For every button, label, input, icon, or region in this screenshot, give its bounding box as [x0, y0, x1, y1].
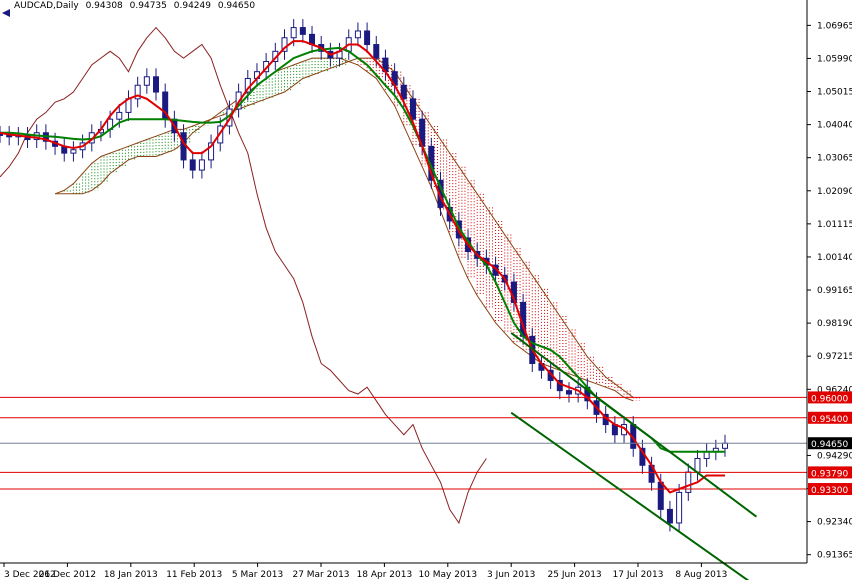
candle [309, 25, 316, 54]
chart-header: AUDCAD,Daily 0.94308 0.94735 0.94249 0.9… [14, 0, 259, 12]
ichimoku-cloud [54, 57, 640, 402]
level-label: 0.93790 [811, 469, 848, 479]
price-tick-label: 0.98190 [817, 319, 852, 329]
candle [162, 83, 169, 128]
time-tick-label: 26 Dec 2012 [39, 570, 97, 580]
candle [198, 151, 205, 179]
close-value: 0.94650 [217, 1, 256, 11]
time-tick-label: 3 Jun 2013 [487, 570, 535, 580]
level-label: 0.93300 [811, 486, 848, 496]
price-tick-label: 1.03065 [817, 154, 852, 164]
price-axis: 1.06965 1.05990 1.05015 1.04040 1.03065 1.020… [0, 0, 852, 564]
candle-body [299, 27, 306, 35]
chart-window-icon [2, 2, 10, 17]
candle-body [400, 84, 407, 100]
candle [336, 42, 343, 67]
price-tick-label: 1.04040 [817, 121, 852, 131]
candle-body [565, 390, 572, 395]
candle [134, 76, 141, 108]
candle-body [409, 98, 416, 120]
time-tick-label: 18 Apr 2013 [357, 570, 413, 580]
low-value: 0.94249 [173, 1, 211, 11]
time-axis: 3 Dec 201226 Dec 2012 18 Jan 2013 11 Feb 2… [3, 563, 727, 580]
candle-body [70, 149, 77, 154]
time-tick-label: 17 Jul 2013 [613, 570, 664, 580]
price-chart[interactable]: 1.06965 1.05990 1.05015 1.04040 1.03065 1.020… [0, 0, 852, 584]
candle [189, 151, 196, 179]
candle-body [657, 481, 664, 510]
candle-body [373, 44, 380, 59]
candle [565, 382, 572, 403]
time-tick-label: 8 Aug 2013 [675, 570, 727, 580]
time-tick-label: 11 Feb 2013 [166, 570, 222, 580]
candle-body [354, 30, 361, 39]
level-label: 0.95400 [811, 415, 848, 425]
price-tick-label: 0.97215 [817, 352, 852, 362]
candle [556, 371, 563, 400]
candle-body [0, 133, 3, 136]
price-tick-label: 1.01115 [817, 220, 852, 230]
candle [125, 90, 132, 121]
price-tick-label: 0.94290 [817, 451, 852, 461]
price-tick-label: 0.92340 [817, 518, 852, 528]
time-tick-label: 10 May 2013 [418, 570, 477, 580]
tenkan-sen [0, 40, 725, 494]
candle [354, 22, 361, 47]
candle-body [364, 30, 371, 46]
candle-body [722, 442, 728, 449]
candle-body [143, 76, 150, 86]
price-tick-label: 1.02090 [817, 187, 852, 197]
price-tick-label: 0.99165 [817, 286, 852, 296]
candle [0, 125, 3, 143]
level-label: 0.96000 [811, 394, 848, 404]
high-value: 0.94735 [129, 1, 167, 11]
candle [703, 443, 710, 467]
open-value: 0.94308 [85, 1, 123, 11]
price-tick-label: 0.91365 [817, 551, 852, 561]
candle-body [198, 159, 205, 171]
senkou-span-b-line [55, 57, 634, 398]
candle [584, 378, 591, 410]
candle-body [153, 76, 160, 93]
candle [722, 434, 728, 457]
candle [299, 19, 306, 43]
candlesticks [0, 19, 728, 532]
candle [611, 416, 618, 444]
candle [61, 137, 68, 162]
time-tick-label: 18 Jan 2013 [104, 570, 158, 580]
chart-area[interactable]: 1.06965 1.05990 1.05015 1.04040 1.03065 1.020… [0, 0, 852, 584]
candle [143, 68, 150, 94]
price-tick-label: 1.00140 [817, 253, 852, 263]
candle [676, 483, 683, 532]
symbol-label: AUDCAD,Daily [14, 1, 79, 11]
price-tick-label: 1.05990 [817, 54, 852, 64]
candle [153, 68, 160, 101]
candle [639, 439, 646, 474]
level-labels: 0.96000 0.95400 0.93790 0.93300 0.94650 [808, 391, 852, 496]
candle-body [290, 27, 297, 39]
time-tick-label: 25 Jun 2013 [548, 570, 602, 580]
candle [364, 22, 371, 54]
tenkan-sen-line [0, 40, 725, 494]
current-price-label: 0.94650 [811, 440, 848, 450]
candle [694, 450, 701, 481]
candle [208, 134, 215, 169]
candle [281, 29, 288, 60]
time-tick-label: 27 Mar 2013 [292, 570, 349, 580]
candle-body [703, 451, 710, 459]
candle [685, 463, 692, 501]
candle-body [676, 491, 683, 524]
time-tick-label: 5 Mar 2013 [232, 570, 283, 580]
price-tick-label: 1.05015 [817, 88, 852, 98]
candle-body [666, 508, 673, 524]
candle [70, 141, 77, 162]
candle-body [189, 159, 196, 171]
candle-body [116, 111, 123, 120]
price-tick-label: 1.06965 [817, 21, 852, 31]
